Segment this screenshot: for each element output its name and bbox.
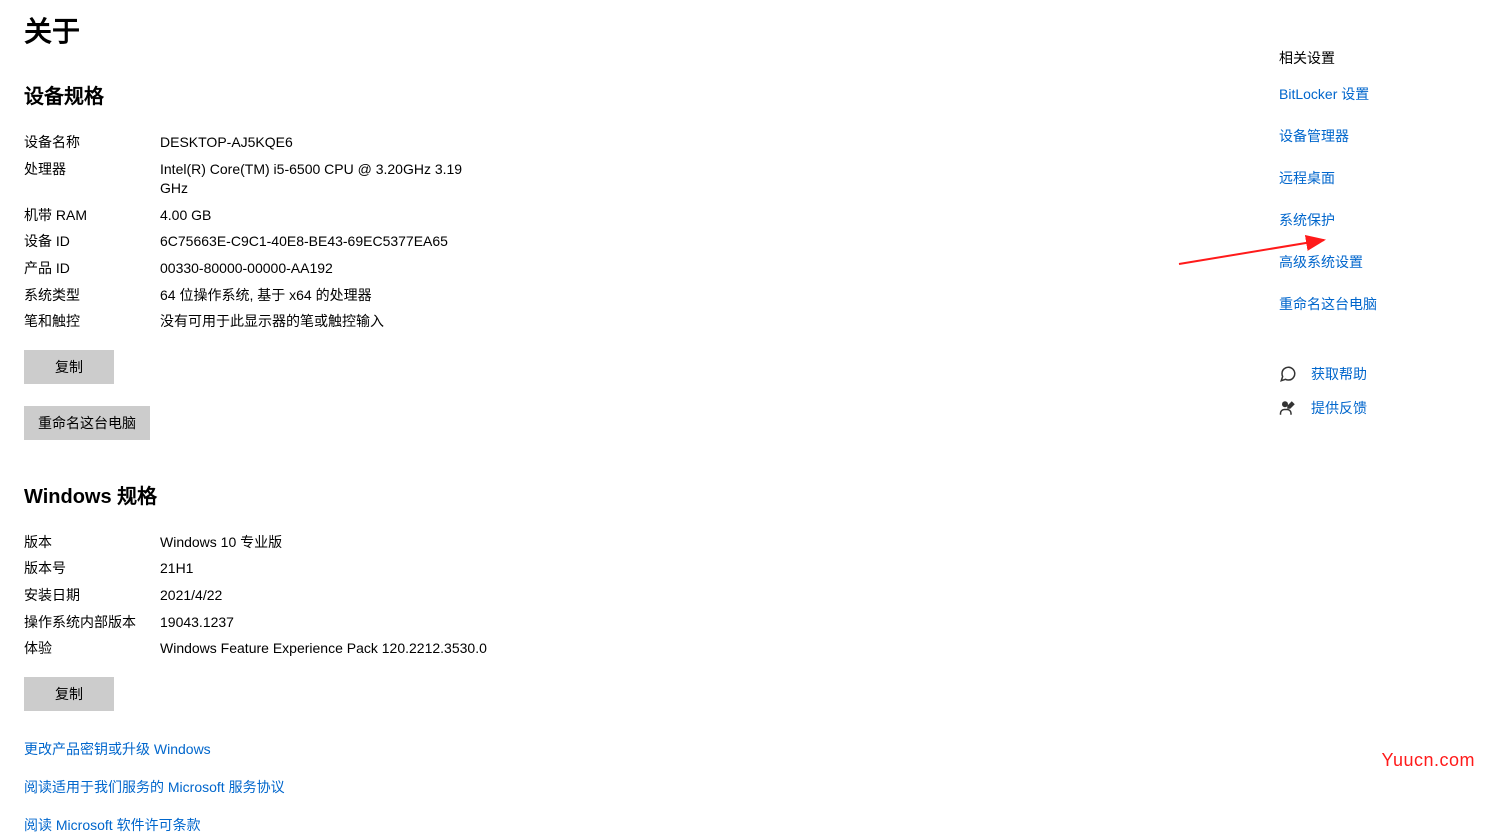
device-spec-heading: 设备规格 [24, 80, 1280, 109]
spec-label: 笔和触控 [24, 312, 160, 332]
spec-label: 产品 ID [24, 259, 160, 279]
spec-row: 笔和触控 没有可用于此显示器的笔或触控输入 [24, 312, 1280, 332]
remote-desktop-link[interactable]: 远程桌面 [1279, 168, 1429, 188]
license-terms-link[interactable]: 阅读 Microsoft 软件许可条款 [24, 815, 1280, 835]
spec-row: 体验 Windows Feature Experience Pack 120.2… [24, 639, 1280, 659]
service-agreement-link[interactable]: 阅读适用于我们服务的 Microsoft 服务协议 [24, 777, 1280, 797]
spec-value: 2021/4/22 [160, 586, 222, 606]
spec-value: 00330-80000-00000-AA192 [160, 259, 333, 279]
copy-device-spec-button[interactable]: 复制 [24, 350, 114, 384]
spec-value: 64 位操作系统, 基于 x64 的处理器 [160, 286, 372, 306]
spec-row: 系统类型 64 位操作系统, 基于 x64 的处理器 [24, 286, 1280, 306]
bitlocker-link[interactable]: BitLocker 设置 [1279, 84, 1429, 104]
feedback-link[interactable]: 提供反馈 [1311, 398, 1367, 418]
spec-value: Intel(R) Core(TM) i5-6500 CPU @ 3.20GHz … [160, 160, 490, 199]
spec-label: 操作系统内部版本 [24, 613, 160, 633]
spec-row: 产品 ID 00330-80000-00000-AA192 [24, 259, 1280, 279]
spec-row: 设备 ID 6C75663E-C9C1-40E8-BE43-69EC5377EA… [24, 232, 1280, 252]
spec-row: 机带 RAM 4.00 GB [24, 206, 1280, 226]
spec-row: 设备名称 DESKTOP-AJ5KQE6 [24, 133, 1280, 153]
windows-spec-heading: Windows 规格 [24, 480, 1280, 509]
device-manager-link[interactable]: 设备管理器 [1279, 126, 1429, 146]
spec-row: 操作系统内部版本 19043.1237 [24, 613, 1280, 633]
device-spec-table: 设备名称 DESKTOP-AJ5KQE6 处理器 Intel(R) Core(T… [24, 133, 1280, 332]
help-icon [1279, 365, 1297, 383]
spec-label: 设备 ID [24, 232, 160, 252]
copy-windows-spec-button[interactable]: 复制 [24, 677, 114, 711]
spec-row: 安装日期 2021/4/22 [24, 586, 1280, 606]
spec-value: 4.00 GB [160, 206, 211, 226]
spec-value: 6C75663E-C9C1-40E8-BE43-69EC5377EA65 [160, 232, 448, 252]
spec-row: 版本 Windows 10 专业版 [24, 533, 1280, 553]
related-settings-heading: 相关设置 [1279, 48, 1429, 68]
page-title: 关于 [24, 10, 1280, 50]
get-help-row[interactable]: 获取帮助 [1279, 364, 1429, 384]
watermark: Yuucn.com [1381, 750, 1475, 771]
spec-label: 体验 [24, 639, 160, 659]
spec-label: 安装日期 [24, 586, 160, 606]
sidebar: 相关设置 BitLocker 设置 设备管理器 远程桌面 系统保护 高级系统设置… [1279, 48, 1429, 432]
spec-value: 没有可用于此显示器的笔或触控输入 [160, 312, 384, 332]
rename-pc-button[interactable]: 重命名这台电脑 [24, 406, 150, 440]
feedback-icon [1279, 399, 1297, 417]
spec-label: 处理器 [24, 160, 160, 180]
feedback-row[interactable]: 提供反馈 [1279, 398, 1429, 418]
change-product-key-link[interactable]: 更改产品密钥或升级 Windows [24, 739, 1280, 759]
rename-pc-link[interactable]: 重命名这台电脑 [1279, 294, 1429, 314]
spec-value: DESKTOP-AJ5KQE6 [160, 133, 293, 153]
spec-value: 19043.1237 [160, 613, 234, 633]
windows-spec-table: 版本 Windows 10 专业版 版本号 21H1 安装日期 2021/4/2… [24, 533, 1280, 659]
system-protection-link[interactable]: 系统保护 [1279, 210, 1429, 230]
bottom-links: 更改产品密钥或升级 Windows 阅读适用于我们服务的 Microsoft 服… [24, 739, 1280, 835]
spec-label: 设备名称 [24, 133, 160, 153]
spec-label: 版本号 [24, 559, 160, 579]
spec-label: 版本 [24, 533, 160, 553]
spec-row: 处理器 Intel(R) Core(TM) i5-6500 CPU @ 3.20… [24, 160, 1280, 199]
spec-value: 21H1 [160, 559, 193, 579]
spec-row: 版本号 21H1 [24, 559, 1280, 579]
advanced-system-settings-link[interactable]: 高级系统设置 [1279, 252, 1429, 272]
spec-value: Windows Feature Experience Pack 120.2212… [160, 639, 487, 659]
spec-label: 机带 RAM [24, 206, 160, 226]
spec-label: 系统类型 [24, 286, 160, 306]
spec-value: Windows 10 专业版 [160, 533, 282, 553]
get-help-link[interactable]: 获取帮助 [1311, 364, 1367, 384]
